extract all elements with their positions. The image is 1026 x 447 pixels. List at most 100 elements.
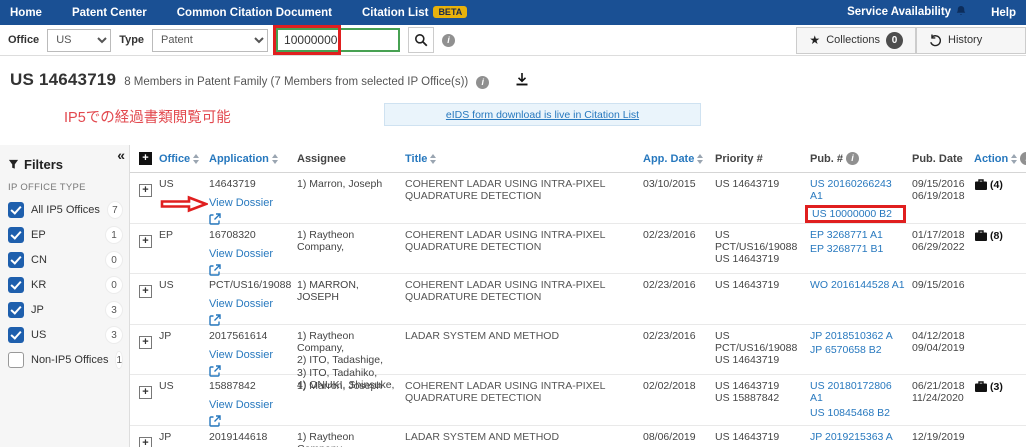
cell-application: 2019144618 View Dossier xyxy=(206,426,294,447)
cell-office: US xyxy=(156,274,206,330)
checkbox-kr[interactable] xyxy=(8,277,24,293)
checkbox-ep[interactable] xyxy=(8,227,24,243)
table-row: US 15887842 View Dossier 1) Marron, Jose… xyxy=(130,375,1026,426)
view-dossier-link[interactable]: View Dossier xyxy=(209,298,273,311)
search-input[interactable] xyxy=(276,28,400,52)
col-application[interactable]: Application xyxy=(206,153,294,165)
checkbox-us[interactable] xyxy=(8,327,24,343)
expand-row-icon[interactable] xyxy=(139,437,152,447)
publication-link[interactable]: US 20160266243 A1 xyxy=(810,178,906,203)
nav-service-availability[interactable]: Service Availability xyxy=(847,5,967,20)
expand-all-icon[interactable] xyxy=(139,152,152,165)
checkbox-cn[interactable] xyxy=(8,252,24,268)
cell-title: COHERENT LADAR USING INTRA-PIXEL QUADRAT… xyxy=(402,274,640,330)
download-icon[interactable] xyxy=(515,72,529,89)
sidebar-item-kr: KR 0 xyxy=(8,272,123,297)
col-office[interactable]: Office xyxy=(156,153,206,165)
briefcase-icon[interactable] xyxy=(974,381,988,396)
nav-home[interactable]: Home xyxy=(10,7,42,19)
checkbox-non-ip5[interactable] xyxy=(8,352,24,368)
eids-banner: eIDS form download is live in Citation L… xyxy=(384,103,701,126)
search-icon xyxy=(414,33,428,47)
cell-app-date: 02/23/2016 xyxy=(640,274,712,330)
expand-row-icon[interactable] xyxy=(139,336,152,349)
cell-app-date: 02/02/2018 xyxy=(640,375,712,431)
cell-pub: US 20180172806 A1 US 10845468 B2 xyxy=(807,375,909,431)
family-info-icon[interactable] xyxy=(476,76,489,89)
cell-action: (3) xyxy=(971,375,1016,431)
publication-link[interactable]: US 10845468 B2 xyxy=(810,407,906,419)
col-title[interactable]: Title xyxy=(402,153,640,165)
sort-icon xyxy=(430,154,436,164)
checkbox-jp[interactable] xyxy=(8,302,24,318)
nav-citation-list[interactable]: Citation ListBETA xyxy=(362,7,467,19)
top-nav: Home Patent Center Common Citation Docum… xyxy=(0,0,1026,25)
col-action[interactable]: Action xyxy=(971,152,1016,165)
cell-assignee: 1) MARRON, JOSEPH xyxy=(294,274,402,330)
view-dossier-link[interactable]: View Dossier xyxy=(209,399,273,412)
publication-link[interactable]: EP 3268771 B1 xyxy=(810,243,906,255)
cell-pub-date: 01/17/201806/29/2022 xyxy=(909,224,971,280)
publication-link[interactable]: EP 3268771 A1 xyxy=(810,229,906,241)
expand-row-icon[interactable] xyxy=(139,285,152,298)
count-badge: 0 xyxy=(105,251,123,269)
col-app-date[interactable]: App. Date xyxy=(640,153,712,165)
type-select[interactable]: Patent xyxy=(152,29,268,52)
cell-assignee: 1) Marron, Joseph xyxy=(294,173,402,229)
search-button[interactable] xyxy=(408,27,434,53)
nav-patent-center[interactable]: Patent Center xyxy=(72,7,147,19)
view-dossier-link[interactable]: View Dossier xyxy=(209,248,273,261)
expand-row-icon[interactable] xyxy=(139,235,152,248)
nav-help[interactable]: Help xyxy=(991,7,1016,19)
application-number: 2017561614 xyxy=(209,330,291,342)
count-badge: 3 xyxy=(105,326,123,344)
publication-link-red-boxed[interactable]: US 10000000 B2 xyxy=(805,205,906,223)
office-select[interactable]: US xyxy=(47,29,111,52)
cell-title: COHERENT LADAR USING INTRA-PIXEL QUADRAT… xyxy=(402,224,640,280)
nav-common-citation-document[interactable]: Common Citation Document xyxy=(177,7,332,19)
search-info-icon[interactable] xyxy=(442,34,455,47)
table-row: US PCT/US16/19088 View Dossier 1) MARRON… xyxy=(130,274,1026,325)
briefcase-icon[interactable] xyxy=(974,230,988,245)
cell-priority: US 14643719 xyxy=(712,274,807,330)
application-number: 14643719 xyxy=(209,178,291,190)
action-info-icon[interactable] xyxy=(1020,152,1026,165)
briefcase-icon[interactable] xyxy=(974,179,988,194)
cell-title: COHERENT LADAR USING INTRA-PIXEL QUADRAT… xyxy=(402,375,640,431)
action-count: (8) xyxy=(990,230,1003,242)
cell-priority: US 14643719 xyxy=(712,426,807,447)
checkbox-all-ip5[interactable] xyxy=(8,202,24,218)
cell-title: COHERENT LADAR USING INTRA-PIXEL QUADRAT… xyxy=(402,173,640,229)
cell-application: PCT/US16/19088 View Dossier xyxy=(206,274,294,330)
publication-link[interactable]: JP 6570658 B2 xyxy=(810,344,906,356)
collapse-sidebar-icon[interactable] xyxy=(117,147,125,163)
sidebar-item-ep: EP 1 xyxy=(8,222,123,247)
table-row: JP 2019144618 View Dossier 1) Raytheon C… xyxy=(130,426,1026,447)
expand-row-icon[interactable] xyxy=(139,184,152,197)
cell-office: JP xyxy=(156,426,206,447)
eids-banner-link[interactable]: eIDS form download is live in Citation L… xyxy=(446,109,639,121)
publication-link[interactable]: WO 2016144528 A1 xyxy=(810,279,906,291)
col-pub-date: Pub. Date xyxy=(909,153,971,165)
collections-button[interactable]: Collections 0 xyxy=(796,27,916,54)
col-assignee: Assignee xyxy=(294,153,402,165)
view-dossier-link[interactable]: View Dossier xyxy=(209,349,273,362)
publication-link[interactable]: JP 2019215363 A xyxy=(810,431,906,443)
main-area: Filters IP OFFICE TYPE All IP5 Offices 7… xyxy=(0,145,1026,447)
expand-row-icon[interactable] xyxy=(139,386,152,399)
sidebar-item-jp: JP 3 xyxy=(8,297,123,322)
application-number: 2019144618 xyxy=(209,431,291,443)
cell-title: LADAR SYSTEM AND METHOD xyxy=(402,426,640,447)
bell-icon xyxy=(955,5,967,20)
beta-badge: BETA xyxy=(433,6,467,18)
pub-info-icon[interactable] xyxy=(846,152,859,165)
cell-pub: JP 2019215363 A xyxy=(807,426,909,447)
history-button[interactable]: History xyxy=(916,27,1026,54)
publication-link[interactable]: US 20180172806 A1 xyxy=(810,380,906,405)
publication-link[interactable]: JP 2018510362 A xyxy=(810,330,906,342)
nav-right-group: Service Availability Help xyxy=(847,5,1016,20)
view-dossier-link[interactable]: View Dossier xyxy=(209,197,273,210)
cell-pub-date: 09/15/201606/19/2018 xyxy=(909,173,971,229)
family-members-subtitle: 8 Members in Patent Family (7 Members fr… xyxy=(124,76,468,88)
search-input-wrap xyxy=(276,28,400,52)
